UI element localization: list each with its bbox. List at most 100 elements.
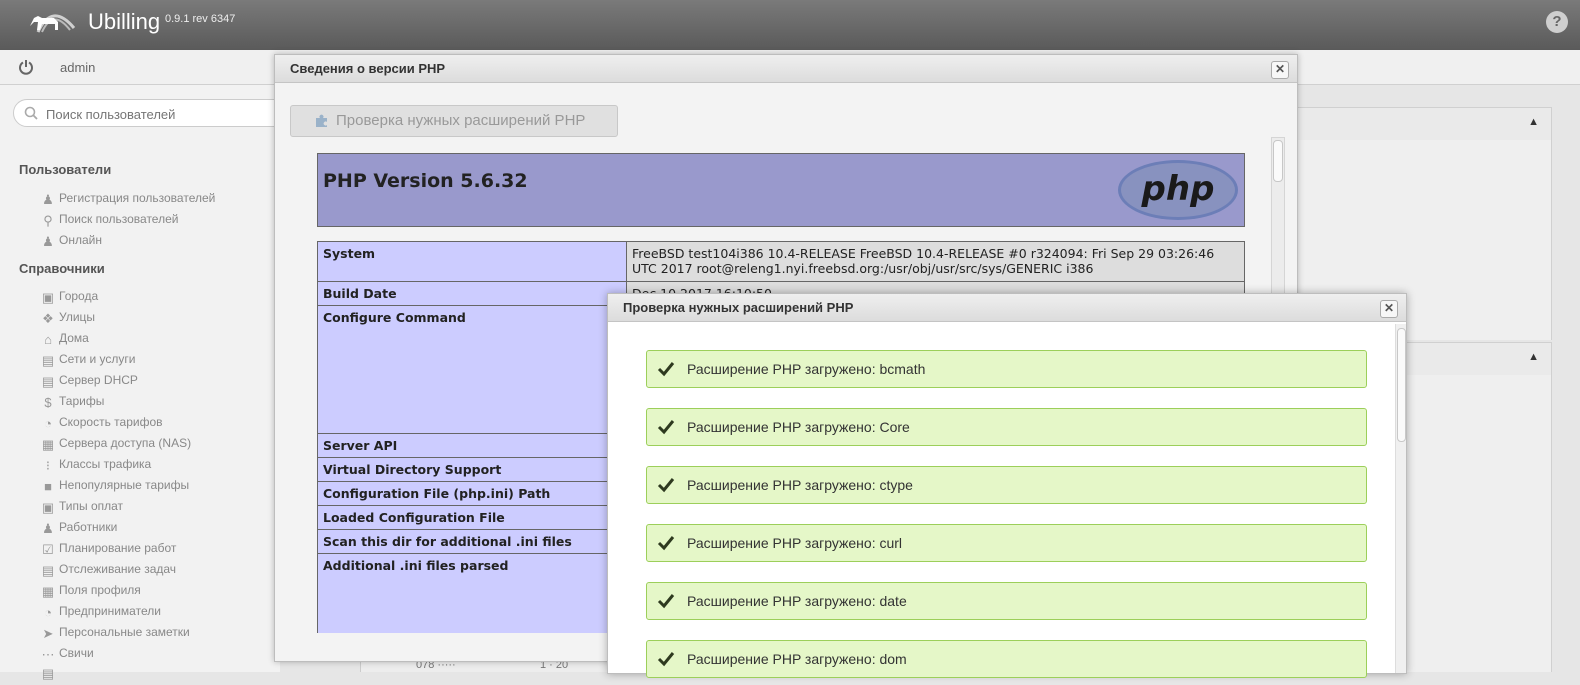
config-key: Scan this dir for additional .ini files: [317, 529, 627, 554]
unpopular-icon: ■: [44, 479, 52, 494]
php-version-title: PHP Version 5.6.32: [323, 170, 528, 192]
checkmark-icon: [657, 362, 675, 377]
check-extensions-label: Проверка нужных расширений PHP: [336, 112, 586, 129]
user-search-input[interactable]: [44, 104, 278, 124]
extension-status-text: Расширение PHP загружено: curl: [687, 535, 903, 551]
sidebar-item-online[interactable]: ♟ Онлайн: [40, 233, 102, 253]
magnifier-icon: ⚲: [43, 213, 53, 228]
sidebar-item-networks[interactable]: ▤ Сети и услуги: [40, 352, 136, 372]
extension-status-item: Расширение PHP загружено: date: [646, 582, 1367, 620]
sidebar-item-tariffs[interactable]: $ Тарифы: [40, 394, 104, 414]
config-key: Additional .ini files parsed: [317, 553, 627, 633]
checkmark-icon: [657, 652, 675, 667]
sidebar-item-unpopular-tariffs[interactable]: ■ Непопулярные тарифы: [40, 478, 189, 498]
profile-fields-icon: ▦: [41, 584, 55, 599]
svg-text:php: php: [1141, 169, 1215, 209]
signpost-icon: ❖: [42, 311, 54, 326]
checkmark-icon: [657, 594, 675, 609]
extension-status-text: Расширение PHP загружено: Core: [687, 419, 910, 435]
extension-status-item: Расширение PHP загружено: ctype: [646, 466, 1367, 504]
pin-icon: ➤: [42, 626, 54, 641]
sidebar-item-more[interactable]: ▤: [40, 665, 59, 685]
background-panel-header-2[interactable]: ▲: [1405, 342, 1552, 376]
collapse-arrow-icon[interactable]: ▲: [1528, 351, 1539, 363]
close-icon[interactable]: ✕: [1380, 300, 1398, 318]
sidebar-item-work-planning[interactable]: ☑ Планирование работ: [40, 541, 176, 561]
current-username[interactable]: admin: [60, 60, 95, 75]
close-icon[interactable]: ✕: [1271, 61, 1289, 79]
collapse-arrow-icon[interactable]: ▲: [1528, 116, 1539, 128]
extension-status-text: Расширение PHP загружено: bcmath: [687, 361, 926, 377]
tasks-icon: ▤: [41, 563, 55, 578]
config-value: FreeBSD test104i386 10.4-RELEASE FreeBSD…: [626, 241, 1245, 282]
extensions-scrollbar[interactable]: [1395, 324, 1406, 673]
nas-icon: ▦: [41, 437, 55, 452]
scrollbar-thumb[interactable]: [1273, 140, 1283, 182]
sidebar: Пользователи ♟Регистрация пользователей …: [0, 85, 288, 681]
user-add-icon: ♟: [42, 192, 54, 207]
extension-status-item: Расширение PHP загружено: dom: [646, 640, 1367, 678]
worker-icon: ♟: [42, 521, 54, 536]
sidebar-item-task-tracking[interactable]: ▤ Отслеживание задач: [40, 562, 176, 582]
config-key: Build Date: [317, 281, 627, 306]
extension-status-item: Расширение PHP загружено: curl: [646, 524, 1367, 562]
sidebar-item-tariff-speeds[interactable]: ◔ Скорость тарифов: [40, 415, 162, 435]
sidebar-item-switches[interactable]: ⋯ Свичи: [40, 646, 94, 666]
sidebar-item-houses[interactable]: ⌂ Дома: [40, 331, 89, 351]
sidebar-item-user-registration[interactable]: ♟ Регистрация пользователей: [40, 191, 215, 211]
horse-rainbow-logo-icon[interactable]: [28, 6, 76, 36]
php-version-header: PHP Version 5.6.32 php: [317, 153, 1245, 227]
section-title-users: Пользователи: [19, 162, 112, 177]
top-bar: Ubilling 0.9.1 rev 6347 ?: [0, 0, 1580, 50]
php-logo-icon[interactable]: php: [1116, 158, 1240, 222]
user-search-box: [13, 99, 288, 127]
app-version: 0.9.1 rev 6347: [165, 13, 236, 25]
sidebar-item-nas[interactable]: ▦ Сервера доступа (NAS): [40, 436, 191, 456]
sidebar-item-personal-notes[interactable]: ➤ Персональные заметки: [40, 625, 190, 645]
check-extensions-button[interactable]: Проверка нужных расширений PHP: [290, 105, 618, 137]
sidebar-item-cities[interactable]: ▣ Города: [40, 289, 98, 309]
sidebar-item-traffic-classes[interactable]: ⁝ Классы трафика: [40, 457, 151, 477]
payment-icon: ▣: [41, 500, 55, 515]
config-key: Loaded Configuration File: [317, 505, 627, 530]
extension-status-text: Расширение PHP загружено: date: [687, 593, 907, 609]
power-icon[interactable]: [18, 59, 34, 75]
switch-icon: ⋯: [41, 647, 55, 662]
dollar-icon: $: [44, 395, 52, 410]
speedometer-icon: ◔: [44, 416, 52, 431]
sidebar-item-dhcp-server[interactable]: ▤ Сервер DHCP: [40, 373, 138, 393]
extension-status-item: Расширение PHP загружено: bcmath: [646, 350, 1367, 388]
extension-status-text: Расширение PHP загружено: ctype: [687, 477, 913, 493]
network-icon: ▤: [41, 353, 55, 368]
checkmark-icon: [657, 536, 675, 551]
config-key: Configure Command: [317, 305, 627, 434]
extensions-check-dialog: Проверка нужных расширений PHP ✕ Расшире…: [607, 293, 1407, 678]
house-icon: ⌂: [44, 332, 52, 347]
dialog-title[interactable]: Проверка нужных расширений PHP: [608, 294, 1406, 322]
table-row: System FreeBSD test104i386 10.4-RELEASE …: [317, 241, 1245, 282]
server-icon: ▤: [41, 374, 55, 389]
extension-status-item: Расширение PHP загружено: Core: [646, 408, 1367, 446]
clipboard-icon: ☑: [42, 542, 54, 557]
sidebar-item-payment-types[interactable]: ▣ Типы оплат: [40, 499, 123, 519]
checkmark-icon: [657, 420, 675, 435]
city-icon: ▣: [41, 290, 55, 305]
scrollbar-thumb[interactable]: [1397, 328, 1406, 442]
puzzle-icon: [316, 114, 327, 127]
sidebar-item-entrepreneurs[interactable]: ◔ Предприниматели: [40, 604, 161, 624]
pie-icon: ◔: [44, 605, 52, 620]
sidebar-item-user-search[interactable]: ⚲ Поиск пользователей: [40, 212, 178, 232]
background-panel-body-2: [1405, 375, 1552, 672]
app-title[interactable]: Ubilling: [88, 9, 160, 35]
more-icon: ▤: [41, 666, 55, 681]
sidebar-item-workers[interactable]: ♟ Работники: [40, 520, 117, 540]
users-online-icon: ♟: [42, 234, 54, 249]
checkmark-icon: [657, 478, 675, 493]
sidebar-item-streets[interactable]: ❖ Улицы: [40, 310, 95, 330]
help-icon[interactable]: ?: [1546, 11, 1568, 33]
section-title-directories: Справочники: [19, 261, 105, 276]
background-panel-header[interactable]: ▲: [1290, 107, 1552, 141]
dialog-title[interactable]: Сведения о версии PHP: [275, 55, 1297, 83]
sidebar-item-profile-fields[interactable]: ▦ Поля профиля: [40, 583, 141, 603]
config-key: Virtual Directory Support: [317, 457, 627, 482]
